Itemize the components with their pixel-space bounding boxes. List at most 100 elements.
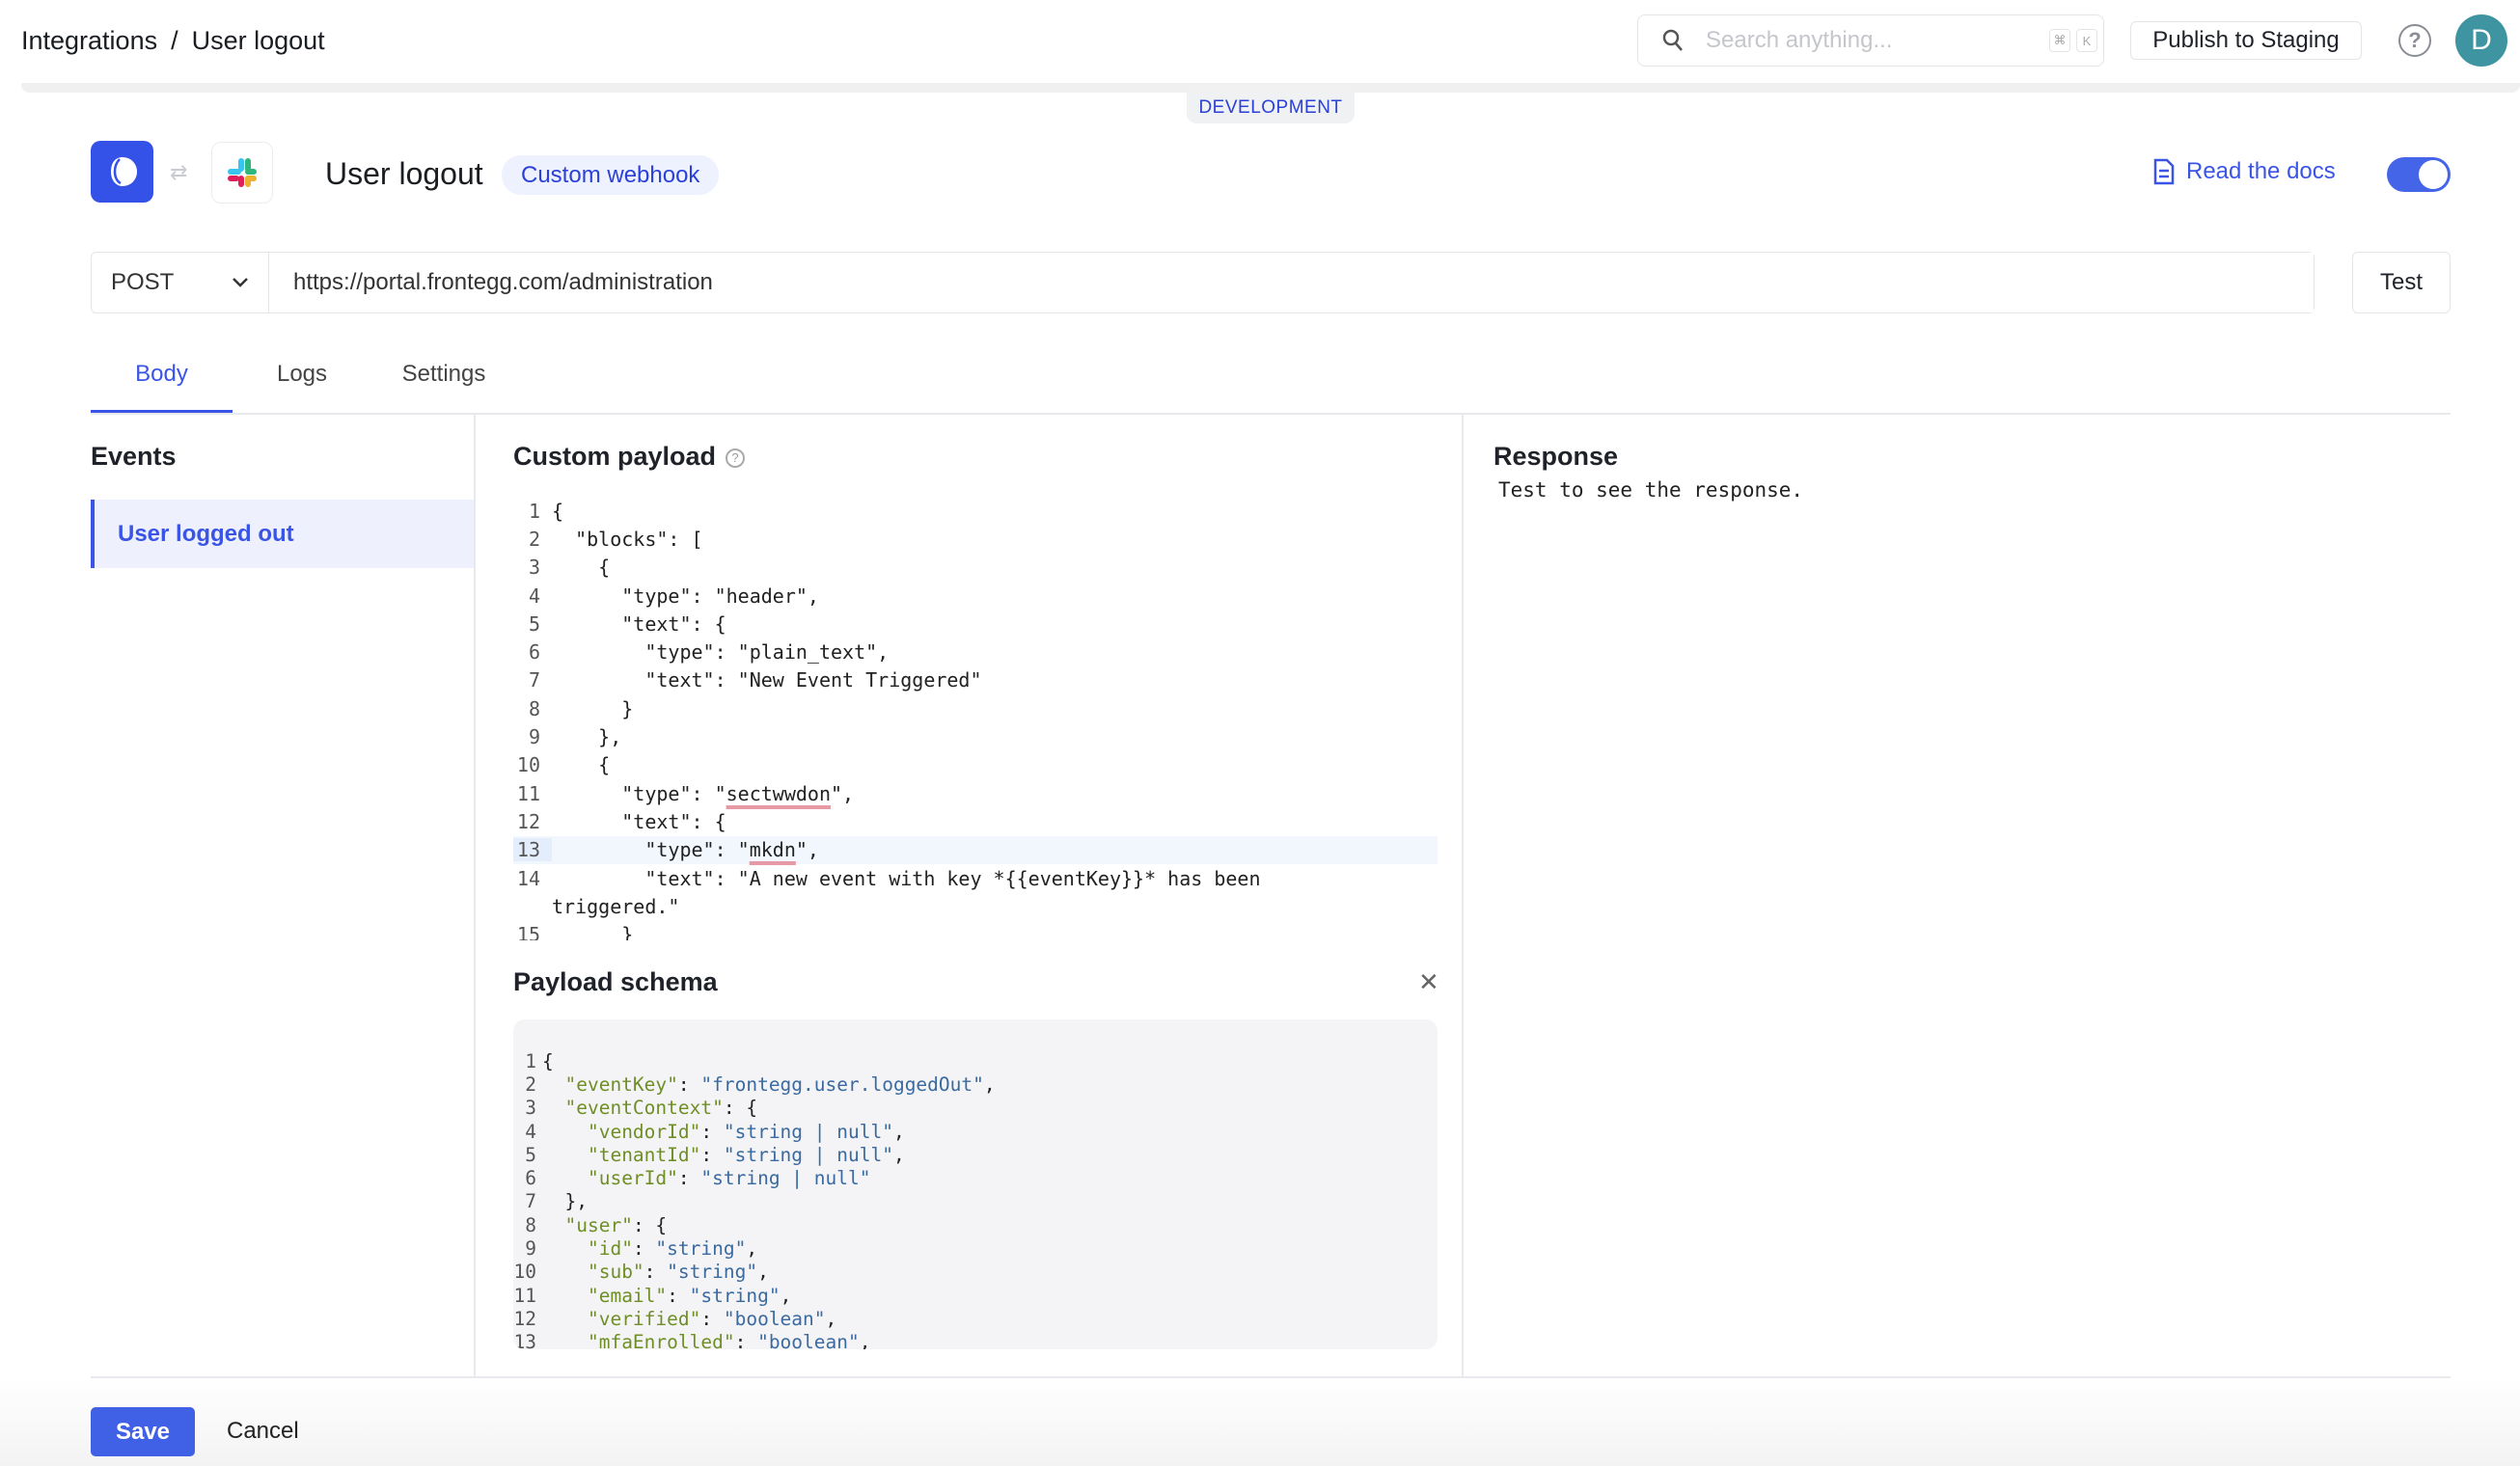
code-token: , [983, 1072, 996, 1096]
custom-payload-heading: Custom payload [513, 442, 717, 471]
code-token: , [757, 1261, 769, 1284]
code-line: 13 "type": "mkdn", [513, 835, 1438, 864]
code-token: }, [542, 1190, 588, 1213]
code-token: { [552, 556, 611, 580]
help-icon[interactable]: ? [2398, 24, 2431, 57]
cancel-button[interactable]: Cancel [227, 1418, 299, 1445]
code-token: "text": "A new event with key *{{eventKe… [552, 866, 1261, 890]
line-content: "blocks": [ [552, 527, 703, 551]
code-line: 11 "type": "sectwwdon", [513, 779, 1438, 807]
line-content: "email": "string", [542, 1285, 791, 1307]
code-line: 7 }, [513, 1190, 1438, 1213]
tab-body[interactable]: Body [91, 361, 233, 414]
response-heading: Response [1493, 442, 1619, 471]
code-token: : { [632, 1213, 668, 1236]
payload-schema-viewer: 1{2 "eventKey": "frontegg.user.loggedOut… [513, 1019, 1438, 1349]
save-button[interactable]: Save [91, 1407, 195, 1456]
code-token: : [700, 1143, 724, 1166]
line-content: "user": { [542, 1214, 667, 1236]
code-token: "text": { [552, 809, 726, 833]
line-content: "type": "plain_text", [552, 640, 889, 664]
close-icon[interactable]: ✕ [1418, 967, 1439, 997]
code-line: 6 "userId": "string | null" [513, 1166, 1438, 1189]
line-number: 9 [525, 1237, 536, 1261]
footer-bar [0, 1377, 2520, 1466]
search-input[interactable]: Search anything... ⌘ K [1637, 14, 2104, 67]
code-token: : [677, 1072, 701, 1096]
line-number: 13 [513, 1331, 536, 1349]
code-token: "blocks": [ [552, 527, 703, 551]
code-line: 8 } [513, 694, 1438, 722]
code-line: 7 "text": "New Event Triggered" [513, 666, 1438, 694]
code-token: : [667, 1284, 690, 1307]
events-column-divider [474, 414, 476, 1376]
code-token: "tenantId" [587, 1143, 701, 1166]
line-number: 9 [528, 725, 540, 749]
code-token: , [892, 1120, 905, 1143]
code-token: "string | null" [700, 1167, 871, 1190]
avatar[interactable]: D [2455, 14, 2507, 67]
url-input[interactable] [269, 253, 2314, 312]
read-the-docs-link[interactable]: Read the docs [2153, 158, 2336, 185]
line-content: "eventContext": { [542, 1097, 757, 1119]
line-content: "type": "mkdn", [552, 838, 819, 861]
code-line: 2 "blocks": [ [513, 525, 1438, 553]
exchange-arrows-icon: ⇄ [170, 160, 188, 184]
code-line: 10 "sub": "string", [513, 1261, 1438, 1284]
line-number: 3 [525, 1097, 536, 1120]
response-placeholder: Test to see the response. [1498, 478, 1804, 502]
tab-logs[interactable]: Logs [260, 361, 343, 414]
code-token: "id" [587, 1237, 633, 1261]
slack-logo-icon [211, 142, 273, 204]
tabs-divider [91, 413, 2451, 415]
line-content: "mfaEnrolled": "boolean", [542, 1331, 871, 1349]
line-content: }, [542, 1190, 588, 1212]
line-number: 8 [525, 1213, 536, 1236]
line-content: { [542, 1050, 554, 1072]
code-token: : [632, 1237, 656, 1261]
code-token: "string | null" [723, 1120, 893, 1143]
method-select[interactable]: POST [92, 253, 269, 312]
code-line: 11 "email": "string", [513, 1284, 1438, 1307]
shortcut-k-key: K [2076, 29, 2097, 52]
line-content: "id": "string", [542, 1237, 757, 1260]
code-token: "sub" [587, 1261, 644, 1284]
info-icon[interactable]: ? [726, 448, 745, 468]
custom-payload-editor[interactable]: 1{2 "blocks": [3 {4 "type": "header", 5 "… [513, 497, 1438, 940]
test-button[interactable]: Test [2352, 252, 2451, 313]
toggle-knob [2419, 160, 2448, 189]
line-number: 4 [528, 584, 540, 608]
line-number: 3 [528, 556, 540, 580]
code-token: : [700, 1120, 724, 1143]
integration-enabled-toggle[interactable] [2387, 157, 2451, 192]
code-token: , [825, 1307, 837, 1330]
breadcrumb-integrations-link[interactable]: Integrations [21, 26, 157, 56]
code-token: "eventKey" [564, 1072, 678, 1096]
code-line: 6 "type": "plain_text", [513, 638, 1438, 665]
code-line: 3 "eventContext": { [513, 1097, 1438, 1120]
tab-settings[interactable]: Settings [386, 361, 502, 414]
line-content: "verified": "boolean", [542, 1308, 836, 1330]
publish-to-staging-button[interactable]: Publish to Staging [2130, 21, 2362, 60]
frontegg-logo-icon [91, 141, 153, 203]
line-number: 14 [516, 866, 540, 890]
line-number: 2 [525, 1072, 536, 1096]
document-icon [2153, 158, 2175, 185]
line-number: 12 [516, 809, 540, 833]
code-line: 4 "type": "header", [513, 582, 1438, 610]
integration-title: User logout [325, 156, 483, 191]
line-number: 8 [528, 696, 540, 720]
event-item-user-logged-out[interactable]: User logged out [91, 500, 474, 568]
integration-type-badge: Custom webhook [502, 155, 720, 195]
code-token: triggered." [552, 894, 680, 918]
code-line: 3 { [513, 554, 1438, 582]
line-content: "type": "header", [552, 584, 819, 608]
line-content: { [552, 753, 610, 776]
line-number: 1 [525, 1049, 536, 1072]
line-number: 11 [513, 1284, 536, 1307]
code-token: { [552, 499, 564, 523]
